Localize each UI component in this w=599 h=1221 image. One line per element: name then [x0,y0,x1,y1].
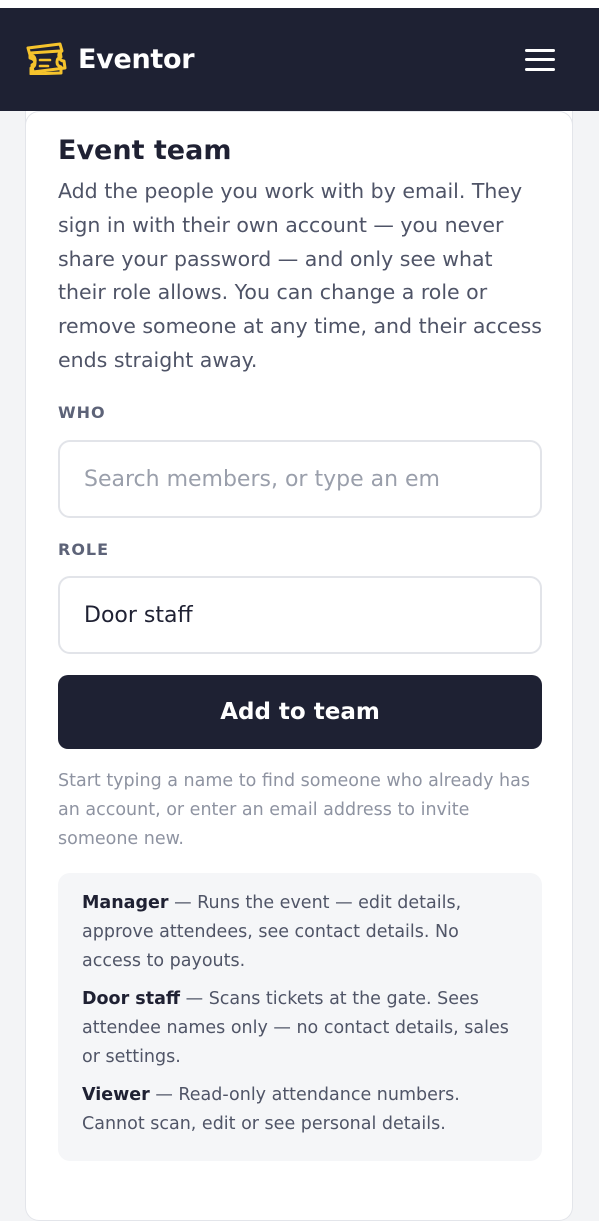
role-item-door-staff: Door staff — Scans tickets at the gate. … [82,985,518,1072]
form-hint: Start typing a name to find someone who … [58,771,530,849]
brand-name: Eventor [78,44,195,75]
ticket-icon [24,41,72,79]
hamburger-menu-icon[interactable] [525,48,555,71]
brand[interactable]: Eventor [24,41,195,79]
add-to-team-button[interactable]: Add to team [58,675,542,749]
role-item-manager: Manager — Runs the event — edit details,… [82,889,518,976]
role-name: Door staff [82,989,181,1009]
role-name: Manager [82,893,169,913]
role-label: ROLE [58,540,110,559]
section-title: Event team [58,135,232,166]
role-select[interactable]: Door staff [58,576,542,654]
role-name: Viewer [82,1085,150,1105]
status-strip [0,0,599,8]
event-team-card: Event team Add the people you work with … [25,111,573,1221]
who-search-input[interactable] [58,440,542,518]
role-select-value: Door staff [84,602,193,628]
role-descriptions: Manager — Runs the event — edit details,… [58,873,542,1161]
who-label: WHO [58,403,106,422]
section-intro: Add the people you work with by email. T… [58,179,542,372]
top-navbar: Eventor [0,8,599,111]
role-item-viewer: Viewer — Read-only attendance numbers. C… [82,1081,518,1139]
